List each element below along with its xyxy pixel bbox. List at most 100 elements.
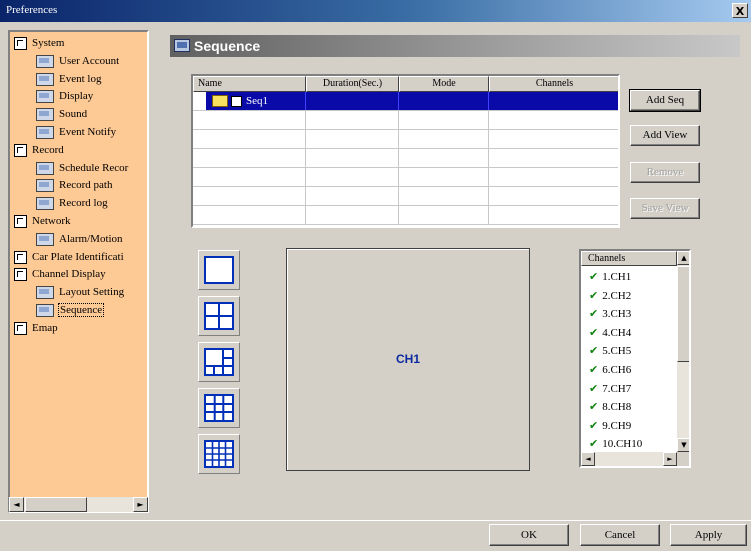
tree-item[interactable]: Network [14,214,72,228]
scroll-left-icon[interactable]: ◄ [9,497,24,512]
tree-item-label: Channel Display [32,268,106,281]
tree-item-label: Layout Setting [59,286,125,299]
tree-item[interactable]: Alarm/Motion [36,232,124,246]
channels-list[interactable]: Channels ▲ ▼ ◄ ► ✔ 1.CH1 ✔ 2.CH2 ✔ 3.CH3 ✔ 4.CH… [579,249,691,468]
check-icon[interactable]: ✔ [589,289,598,302]
table-row[interactable]: Seq1 [193,92,618,111]
scroll-right-icon[interactable]: ► [133,497,148,512]
layout-1x1-icon[interactable] [198,250,240,290]
column-header-mode[interactable]: Mode [399,76,489,92]
channel-label: 8.CH8 [602,401,632,414]
check-icon[interactable]: ✔ [589,400,598,413]
ok-button[interactable]: OK [489,524,569,546]
save-view-button[interactable]: Save View [630,198,700,219]
tree-item-label: Display [59,90,94,103]
channel-item[interactable]: ✔ 6.CH6 [589,361,631,379]
table-row[interactable] [193,168,618,187]
add-seq-button[interactable]: Add Seq [629,89,701,112]
channel-item[interactable]: ✔ 9.CH9 [589,417,631,435]
scroll-corner [677,452,689,466]
group-icon [14,214,27,228]
cancel-button[interactable]: Cancel [580,524,660,546]
tree-item-label: Emap [32,321,58,334]
check-icon[interactable]: ✔ [589,326,598,339]
channel-item[interactable]: ✔ 3.CH3 [589,305,631,323]
layout-3x3-icon[interactable] [198,388,240,428]
page-icon [36,54,54,68]
layout-1plus5-icon[interactable] [198,342,240,382]
row-checkbox[interactable] [231,95,242,107]
scroll-down-icon[interactable]: ▼ [677,438,689,452]
column-header-duration[interactable]: Duration(Sec.) [306,76,399,92]
page-icon [36,286,54,300]
tree-item[interactable]: Emap [14,321,59,335]
channel-item[interactable]: ✔ 8.CH8 [589,398,631,416]
check-icon[interactable]: ✔ [589,344,598,357]
scroll-left-icon[interactable]: ◄ [581,452,595,466]
table-row[interactable] [193,111,618,130]
tree-item[interactable]: Channel Display [14,267,107,282]
column-header-name[interactable]: Name [193,76,306,92]
column-header-channels[interactable]: Channels [489,76,618,92]
title-bar: Preferences X [0,0,751,22]
check-icon[interactable]: ✔ [589,307,598,320]
sequence-table[interactable]: Name Duration(Sec.) Mode Channels Seq1 [191,74,620,228]
page-icon [36,90,54,104]
tree-item[interactable]: System [14,36,65,50]
tree-item-label: Network [32,215,71,227]
tree-item[interactable]: Display [36,89,94,104]
tree-item-label: Record log [59,197,108,210]
layout-2x2-icon[interactable] [198,296,240,336]
channel-label: 4.CH4 [602,326,632,339]
tree-item-label: Record path [59,179,113,192]
tree-item[interactable]: Layout Setting [36,285,125,300]
group-icon [14,143,27,157]
close-button[interactable]: X [732,3,748,18]
check-icon[interactable]: ✔ [589,382,598,395]
tree-item-label: Sound [59,108,88,121]
tree-item[interactable]: Record [14,143,65,157]
scroll-up-icon[interactable]: ▲ [677,251,689,265]
apply-button[interactable]: Apply [670,524,747,546]
channel-item[interactable]: ✔ 7.CH7 [589,380,631,398]
channels-vertical-scrollbar[interactable]: ▲ ▼ [677,251,689,452]
check-icon[interactable]: ✔ [589,437,598,450]
folder-icon [212,95,228,108]
table-row[interactable] [193,206,618,225]
page-icon [36,161,54,175]
tree-item[interactable]: Record path [36,178,113,193]
table-row[interactable] [193,130,618,149]
tree-item[interactable]: Sound [36,107,88,122]
tree-item[interactable]: Schedule Recor [36,161,129,175]
tree-item[interactable]: Car Plate Identificati [14,250,125,264]
scroll-thumb[interactable] [677,266,689,362]
table-row[interactable] [193,187,618,206]
table-row[interactable] [193,149,618,168]
scroll-thumb[interactable] [25,497,87,512]
channel-label: 9.CH9 [602,419,632,432]
channels-horizontal-scrollbar[interactable]: ◄ ► [581,452,677,466]
table-header: Name Duration(Sec.) Mode Channels [193,76,618,92]
group-icon [14,268,27,282]
tree-item[interactable]: Event Notify [36,125,117,139]
page-icon [36,72,54,86]
channel-item[interactable]: ✔ 5.CH5 [589,342,631,360]
layout-4x4-icon[interactable] [198,434,240,474]
tree-item[interactable]: Record log [36,196,109,211]
scroll-right-icon[interactable]: ► [663,452,677,466]
channel-item[interactable]: ✔ 1.CH1 [589,268,631,286]
channel-preview[interactable]: CH1 [286,248,530,471]
remove-button[interactable]: Remove [630,162,700,183]
channel-item[interactable]: ✔ 2.CH2 [589,287,631,305]
channel-item[interactable]: ✔ 4.CH4 [589,324,631,342]
tree-item[interactable]: User Account [36,54,120,68]
add-view-button[interactable]: Add View [630,125,700,146]
channel-item[interactable]: ✔ 10.CH10 [589,435,642,453]
check-icon[interactable]: ✔ [589,363,598,376]
check-icon[interactable]: ✔ [589,419,598,432]
channel-label: 10.CH10 [602,438,643,451]
check-icon[interactable]: ✔ [589,270,598,283]
tree-horizontal-scrollbar[interactable]: ◄ ► [9,497,148,512]
tree-item[interactable]: Sequence [36,303,105,317]
tree-item[interactable]: Event log [36,72,102,86]
